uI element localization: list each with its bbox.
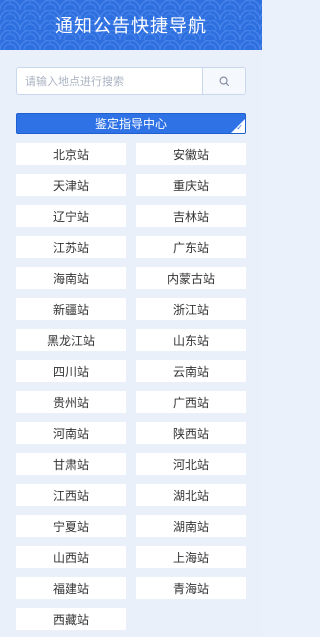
station-link[interactable]: 北京站 [16, 143, 126, 165]
search-bar [16, 67, 246, 95]
station-link[interactable]: 贵州站 [16, 391, 126, 413]
page-title: 通知公告快捷导航 [55, 16, 207, 37]
header: 通知公告快捷导航 [0, 0, 262, 50]
station-link[interactable]: 宁夏站 [16, 515, 126, 537]
search-input[interactable] [17, 68, 202, 94]
station-link[interactable]: 江苏站 [16, 236, 126, 258]
search-button[interactable] [202, 68, 245, 94]
station-link[interactable]: 浙江站 [136, 298, 246, 320]
station-link[interactable]: 重庆站 [136, 174, 246, 196]
station-link[interactable]: 西藏站 [16, 608, 126, 630]
station-link[interactable]: 安徽站 [136, 143, 246, 165]
station-link[interactable]: 河南站 [16, 422, 126, 444]
station-link[interactable]: 天津站 [16, 174, 126, 196]
station-link[interactable]: 海南站 [16, 267, 126, 289]
station-link[interactable]: 内蒙古站 [136, 267, 246, 289]
featured-center-button[interactable]: 鉴定指导中心 ✓ [16, 113, 246, 134]
station-grid: 北京站 安徽站 天津站 重庆站 辽宁站 吉林站 江苏站 广东站 海南站 内蒙古站 新疆站 浙江站 黑龙江… [16, 143, 246, 630]
check-icon: ✓ [236, 123, 243, 132]
station-link[interactable]: 辽宁站 [16, 205, 126, 227]
featured-label: 鉴定指导中心 [94, 117, 167, 131]
station-link[interactable]: 山东站 [136, 329, 246, 351]
station-link[interactable]: 山西站 [16, 546, 126, 568]
station-link[interactable]: 青海站 [136, 577, 246, 599]
station-link[interactable]: 黑龙江站 [16, 329, 126, 351]
station-link[interactable]: 四川站 [16, 360, 126, 382]
station-link[interactable]: 湖南站 [136, 515, 246, 537]
station-link[interactable]: 上海站 [136, 546, 246, 568]
station-link[interactable]: 福建站 [16, 577, 126, 599]
station-link[interactable]: 广西站 [136, 391, 246, 413]
station-link[interactable]: 湖北站 [136, 484, 246, 506]
search-icon [219, 76, 229, 86]
station-link[interactable]: 甘肃站 [16, 453, 126, 475]
station-link[interactable]: 陕西站 [136, 422, 246, 444]
navigation-panel: 通知公告快捷导航 鉴定指导中心 ✓ 北京站安徽站天津站重庆站辽宁站吉林站江苏站广… [0, 0, 262, 637]
station-link[interactable]: 吉林站 [136, 205, 246, 227]
station-link[interactable]: 江西站 [16, 484, 126, 506]
station-link[interactable]: 云南站 [136, 360, 246, 382]
station-link[interactable]: 河北站 [136, 453, 246, 475]
station-link[interactable]: 广东站 [136, 236, 246, 258]
station-link[interactable]: 新疆站 [16, 298, 126, 320]
